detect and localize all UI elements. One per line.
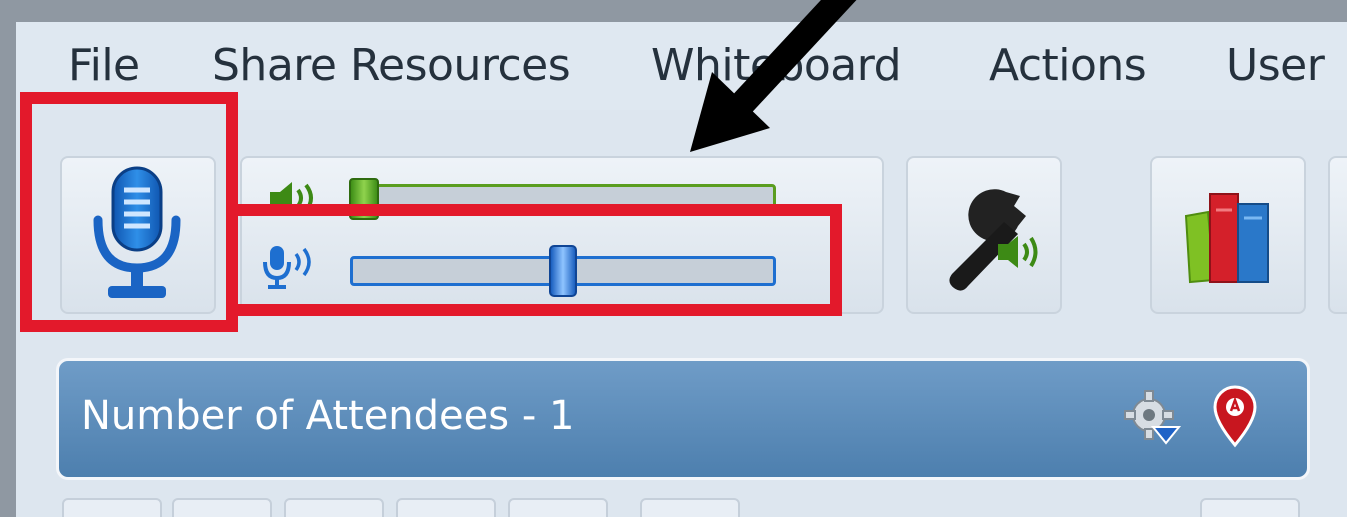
annotation-highlight-mic-button xyxy=(20,92,238,332)
attendee-toolbar-strip xyxy=(56,492,1316,517)
toolbar-button-partial[interactable] xyxy=(1328,156,1347,314)
menu-user[interactable]: User xyxy=(1226,40,1325,91)
books-icon xyxy=(1184,193,1269,284)
menu-file[interactable]: File xyxy=(68,40,140,91)
map-pin-icon[interactable] xyxy=(1209,383,1261,449)
wrench-speaker-icon xyxy=(949,189,1038,291)
attendee-tool-4[interactable] xyxy=(396,498,496,517)
attendee-tool-3[interactable] xyxy=(284,498,384,517)
attendees-panel-title: Number of Attendees - 1 xyxy=(81,393,575,439)
attendees-panel-header: Number of Attendees - 1 xyxy=(56,358,1310,480)
library-button[interactable] xyxy=(1150,156,1306,314)
menu-share-resources[interactable]: Share Resources xyxy=(212,40,571,91)
menu-whiteboard[interactable]: Whiteboard xyxy=(651,40,902,91)
attendee-tool-7[interactable] xyxy=(1200,498,1300,517)
attendee-tool-5[interactable] xyxy=(508,498,608,517)
gear-dropdown-icon[interactable] xyxy=(1121,387,1183,449)
annotation-highlight-mic-slider xyxy=(230,204,842,316)
attendee-tool-2[interactable] xyxy=(172,498,272,517)
menu-actions[interactable]: Actions xyxy=(989,40,1147,91)
audio-settings-button[interactable] xyxy=(906,156,1062,314)
attendee-tool-1[interactable] xyxy=(62,498,162,517)
attendee-tool-6[interactable] xyxy=(640,498,740,517)
